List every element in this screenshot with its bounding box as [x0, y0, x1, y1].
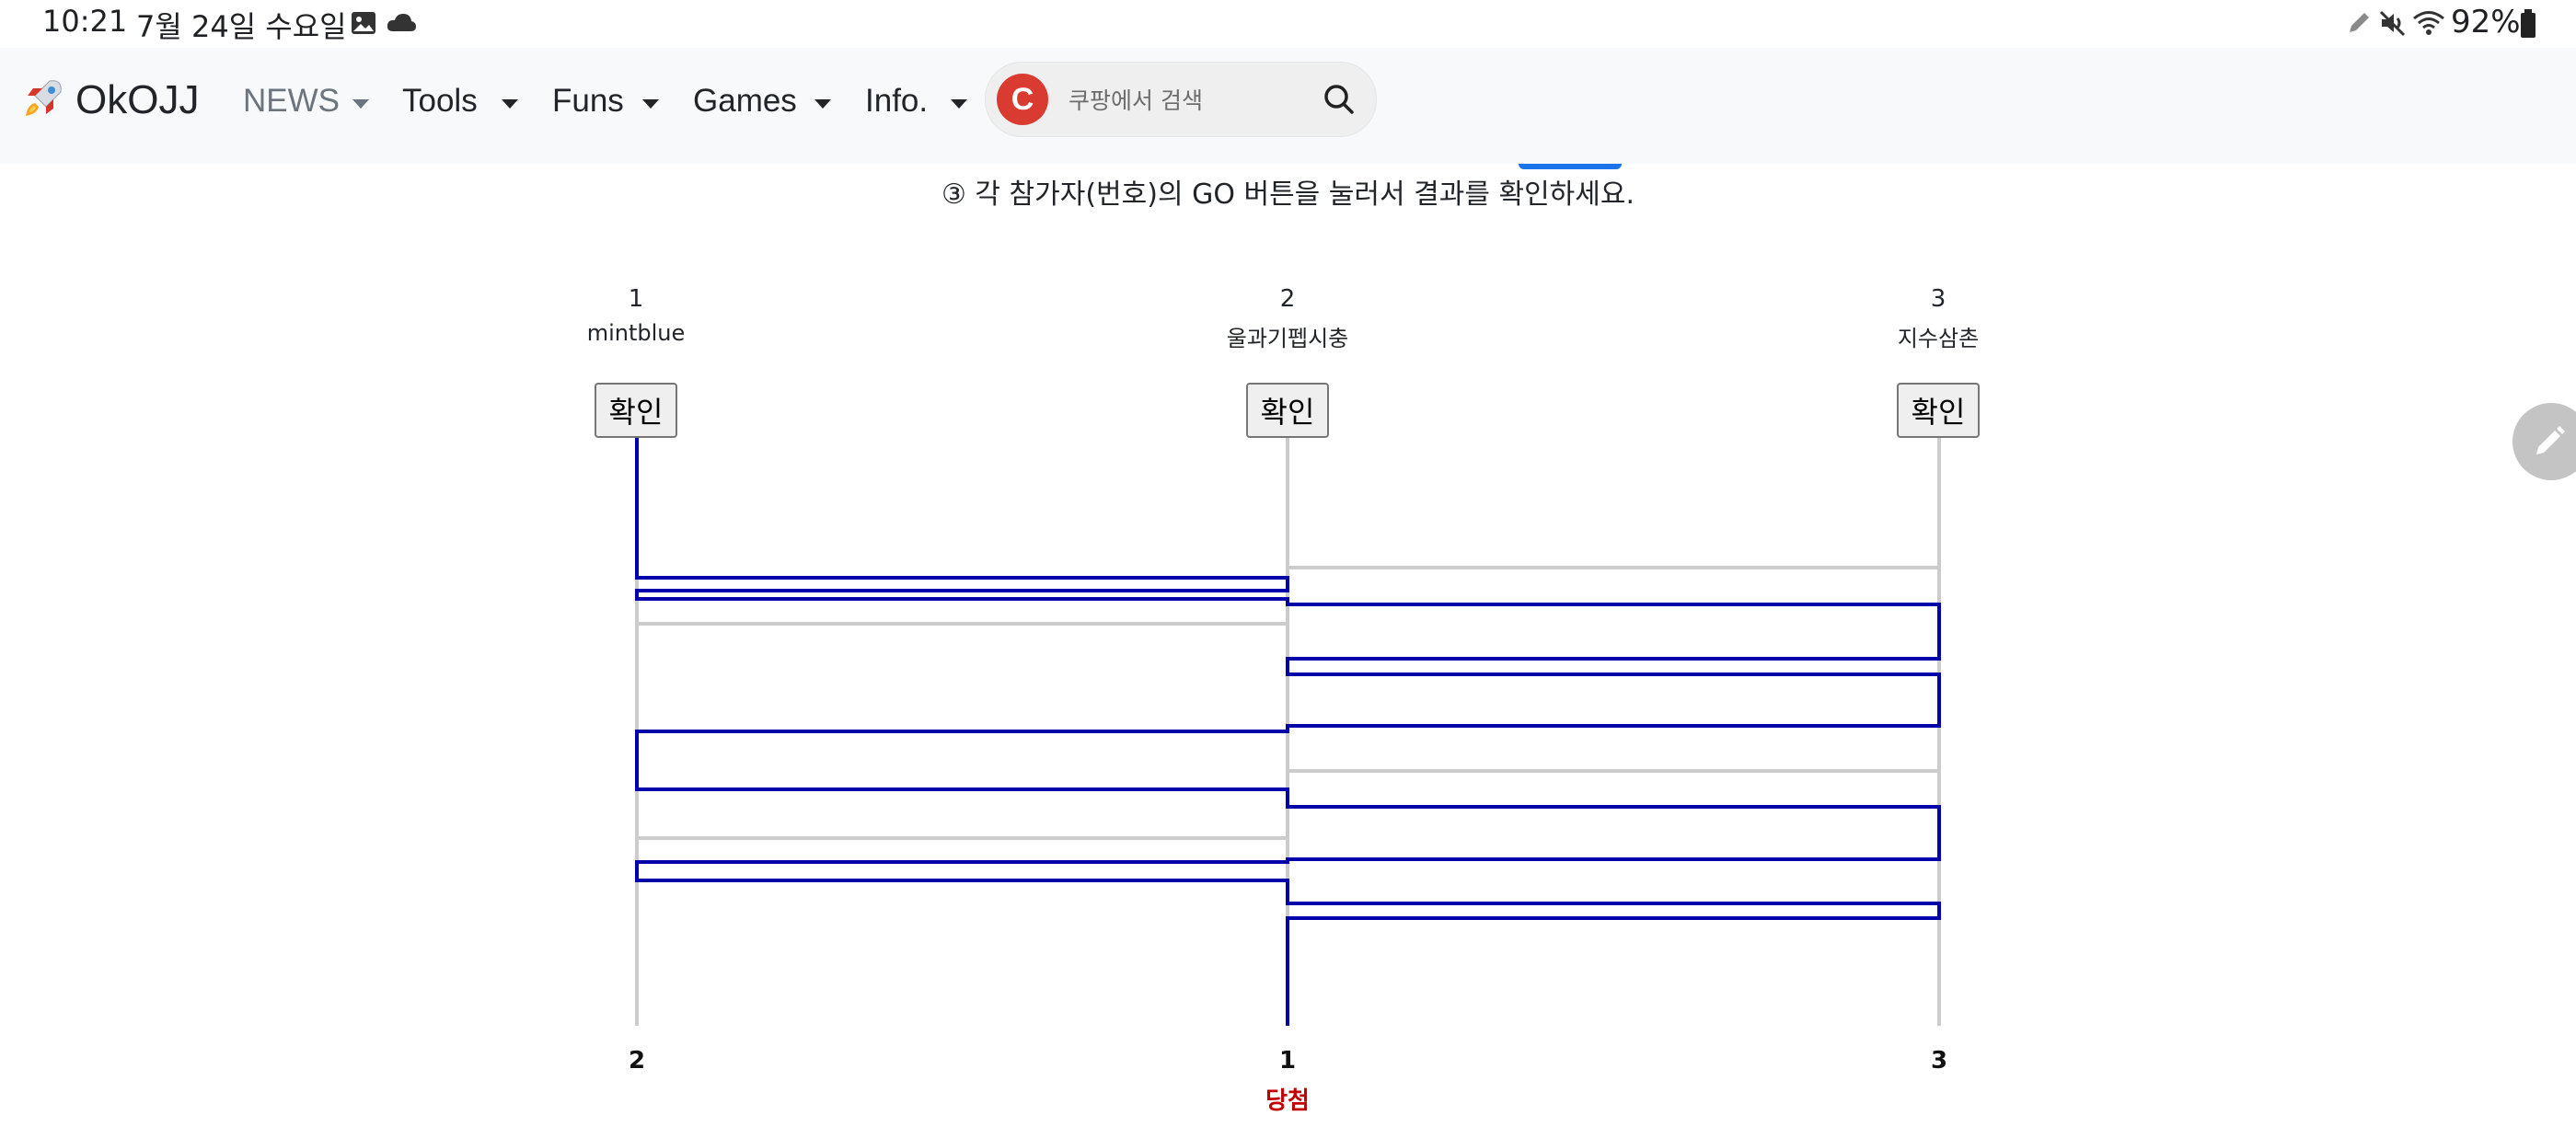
ladder-board: [635, 438, 1941, 1026]
result-3: 3: [1930, 1047, 1948, 1075]
result-1: 2: [628, 1047, 646, 1075]
pencil-icon: [2529, 421, 2570, 466]
winner-label: 당첨: [1265, 1087, 1310, 1115]
result-2: 1: [1278, 1047, 1297, 1075]
